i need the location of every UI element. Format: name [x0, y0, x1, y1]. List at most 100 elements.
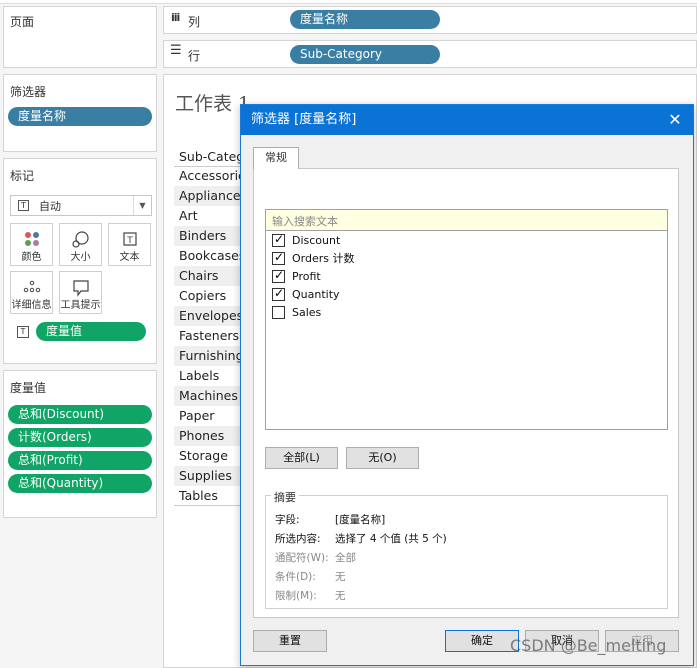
table-row: Labels: [179, 368, 220, 383]
search-input[interactable]: 输入搜索文本: [265, 209, 668, 231]
list-item-label: Discount: [292, 234, 341, 247]
mark-type-label: 自动: [39, 200, 61, 213]
svg-text:T: T: [126, 236, 133, 246]
tab-general-label: 常规: [265, 151, 287, 164]
mark-size-button[interactable]: 大小: [59, 223, 102, 266]
filter-dialog: 筛选器 [度量名称] ✕ 常规 输入搜索文本 ✓ Discount ✓ Orde…: [240, 104, 694, 666]
marks-title: 标记: [10, 169, 35, 183]
table-row: Tables: [174, 486, 244, 506]
columns-shelf[interactable]: iii 列 度量名称: [163, 6, 697, 34]
ok-button[interactable]: 确定: [445, 630, 519, 652]
text-icon: T: [122, 232, 137, 246]
mark-tooltip-button[interactable]: 工具提示: [59, 271, 102, 314]
list-item[interactable]: Sales: [272, 304, 472, 322]
table-row: Furnishings: [174, 346, 244, 366]
mark-color-button[interactable]: 颜色: [10, 223, 53, 266]
text-encoding-icon: T: [17, 326, 29, 338]
table-row: Appliances: [174, 186, 244, 206]
table-row: Envelopes: [174, 306, 244, 326]
select-all-button[interactable]: 全部(L): [265, 447, 338, 469]
tab-general[interactable]: 常规: [253, 147, 299, 169]
measure-pill-quantity[interactable]: 总和(Quantity): [8, 474, 152, 493]
marks-text-pill[interactable]: 度量值: [36, 322, 146, 341]
measure-values-title: 度量值: [10, 381, 47, 395]
table-row: Paper: [179, 408, 215, 423]
summary-condition-value: 无: [335, 571, 346, 583]
rows-pill-sub-category[interactable]: Sub-Category: [290, 45, 440, 64]
checkbox-quantity[interactable]: ✓: [272, 286, 285, 301]
table-row: Phones: [174, 426, 244, 446]
table-row: Machines: [174, 386, 244, 406]
list-item-label: Quantity: [292, 288, 340, 301]
checkbox-orders[interactable]: ✓: [272, 250, 285, 265]
summary-limit-value: 无: [335, 590, 346, 602]
select-none-button[interactable]: 无(O): [346, 447, 419, 469]
list-item[interactable]: ✓ Orders 计数: [272, 250, 472, 268]
mark-tooltip-label: 工具提示: [60, 300, 101, 311]
summary-selection-value: 选择了 4 个值 (共 5 个): [335, 533, 447, 545]
list-item-label: Profit: [292, 270, 321, 283]
table-row: Supplies: [174, 466, 244, 486]
reset-button[interactable]: 重置: [253, 630, 327, 652]
close-icon[interactable]: ✕: [663, 105, 687, 135]
list-item-label: Orders 计数: [292, 252, 355, 265]
table-row: Art: [179, 208, 198, 223]
pages-card: 页面: [3, 6, 157, 68]
mark-detail-button[interactable]: 详细信息: [10, 271, 53, 314]
table-row: Fasteners: [179, 328, 240, 343]
summary-condition-key: 条件(D):: [275, 571, 316, 583]
table-row: Accessories: [179, 168, 244, 183]
columns-icon: iii: [171, 11, 180, 24]
values-list: ✓ Discount ✓ Orders 计数 ✓ Profit ✓ Quanti…: [265, 230, 668, 430]
list-item[interactable]: ✓ Discount: [272, 232, 472, 250]
summary-title: 摘要: [271, 489, 299, 505]
rows-label: 行: [188, 49, 201, 63]
columns-pill-measure-names[interactable]: 度量名称: [290, 10, 440, 29]
checkbox-sales[interactable]: [272, 306, 285, 319]
table-row: Chairs: [174, 266, 244, 286]
checkbox-profit[interactable]: ✓: [272, 268, 285, 283]
measure-values-card: 度量值 总和(Discount) 计数(Orders) 总和(Profit) 总…: [3, 370, 157, 518]
color-dots-icon: [24, 232, 39, 246]
summary-field-key: 字段:: [275, 514, 300, 526]
filter-pill-measure-names[interactable]: 度量名称: [8, 107, 152, 126]
worksheet-title: 工作表 1: [175, 93, 251, 115]
summary-limit-key: 限制(M):: [275, 590, 317, 602]
list-item[interactable]: ✓ Quantity: [272, 286, 472, 304]
mark-type-icon: T: [18, 200, 29, 211]
sheet-header-sub-category: Sub-Category: [174, 147, 244, 167]
summary-wildcard-key: 通配符(W):: [275, 552, 329, 564]
mark-detail-label: 详细信息: [11, 300, 52, 311]
mark-size-label: 大小: [70, 252, 91, 263]
summary-selection-key: 所选内容:: [275, 533, 321, 545]
rows-shelf[interactable]: ☰ 行 Sub-Category: [163, 40, 697, 68]
tooltip-icon: [72, 280, 89, 297]
rows-icon: ☰: [170, 43, 182, 58]
list-item-label: Sales: [292, 306, 322, 319]
table-row: Storage: [179, 448, 228, 463]
mark-type-select[interactable]: T 自动 ▼: [10, 195, 152, 216]
summary-wildcard-value: 全部: [335, 552, 356, 564]
mark-color-label: 颜色: [21, 252, 42, 263]
dialog-title: 筛选器 [度量名称]: [241, 105, 693, 135]
table-row: Binders: [174, 226, 244, 246]
measure-pill-orders[interactable]: 计数(Orders): [8, 428, 152, 447]
table-row: Bookcases: [179, 248, 244, 263]
chevron-down-icon: ▼: [133, 196, 151, 215]
measure-pill-profit[interactable]: 总和(Profit): [8, 451, 152, 470]
detail-dots-icon: [23, 280, 40, 293]
measure-pill-discount[interactable]: 总和(Discount): [8, 405, 152, 424]
summary-field-value: [度量名称]: [335, 514, 386, 526]
mark-text-button[interactable]: T 文本: [108, 223, 151, 266]
table-row: Copiers: [179, 288, 227, 303]
filters-title: 筛选器: [10, 85, 47, 99]
checkbox-discount[interactable]: ✓: [272, 232, 285, 247]
filters-card: 筛选器 度量名称: [3, 74, 157, 152]
watermark: CSDN @Be_melting: [510, 636, 667, 655]
columns-label: 列: [188, 15, 201, 29]
size-icon: [71, 231, 89, 248]
list-item[interactable]: ✓ Profit: [272, 268, 472, 286]
mark-text-label: 文本: [119, 252, 140, 263]
marks-card: 标记 T 自动 ▼ 颜色 大小 T 文本 详细信息 工具提示 T 度量值: [3, 158, 157, 364]
search-placeholder: 输入搜索文本: [272, 215, 338, 228]
